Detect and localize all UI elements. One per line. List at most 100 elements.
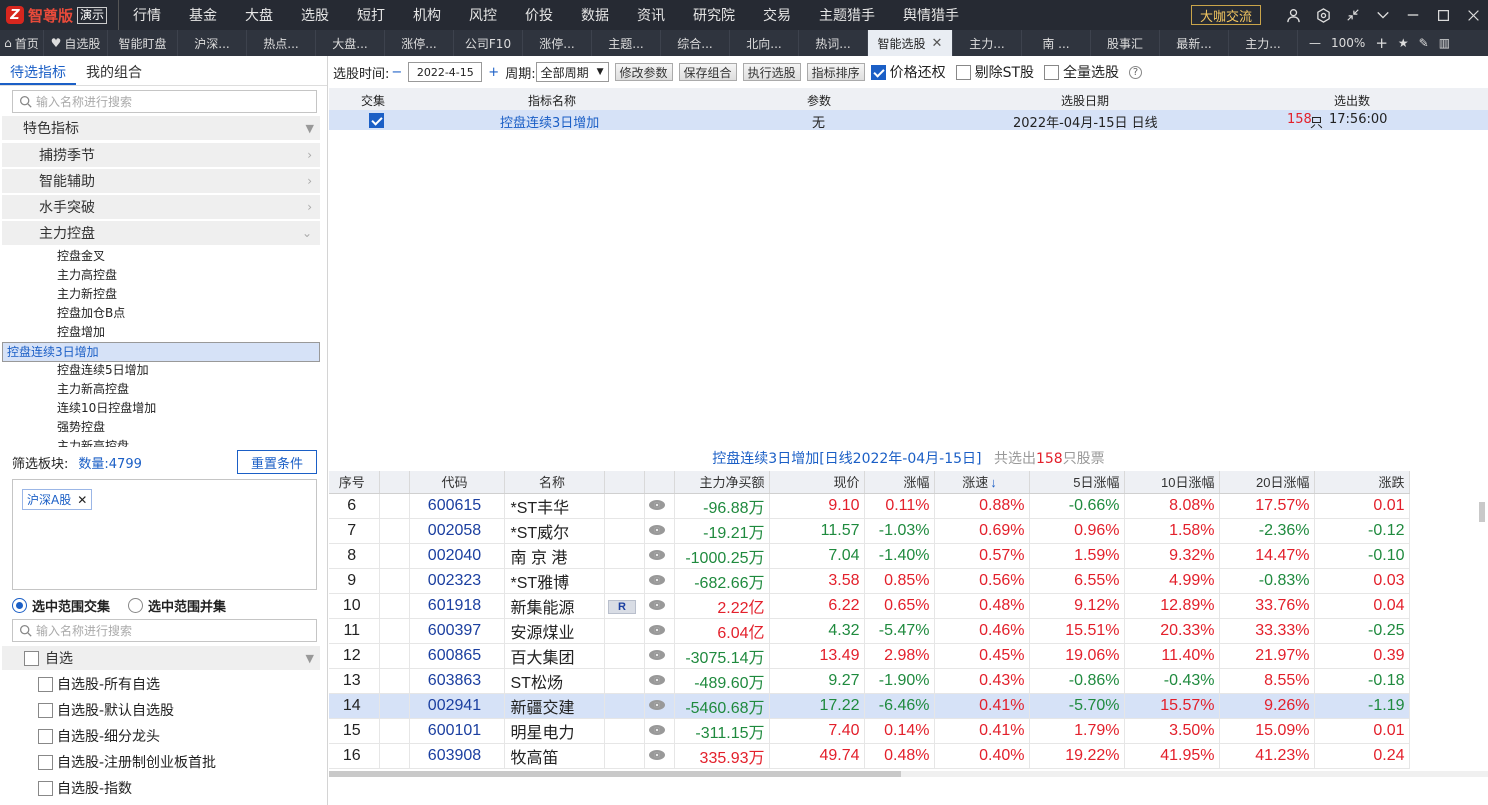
daka-exchange-button[interactable]: 大咖交流 (1191, 5, 1261, 25)
col-header-7[interactable]: 现价 (769, 471, 865, 494)
tab-13[interactable]: 智能选股 ✕ (868, 30, 953, 56)
checkbox[interactable] (38, 754, 53, 770)
settings-icon[interactable] (1308, 0, 1338, 30)
indicator-item[interactable]: 强势控盘 (2, 418, 320, 437)
table-row[interactable]: 9 002323 *ST雅博 -682.66万 3.58 0.85% 0.56% 6.55% 4… (329, 568, 1410, 594)
exclude-st-checkbox[interactable]: 剔除ST股 (955, 62, 1034, 82)
watchlist-item[interactable]: 自选股-指数 (38, 775, 132, 801)
menu-item-12[interactable]: 主题猎手 (805, 0, 889, 30)
watch-cell[interactable] (644, 743, 675, 769)
run-selection-button[interactable]: 执行选股 (742, 63, 801, 81)
eye-icon[interactable] (649, 625, 665, 636)
help-icon[interactable]: ? (1129, 65, 1143, 79)
eye-icon[interactable] (649, 550, 665, 561)
dropdown-icon[interactable] (1368, 0, 1398, 30)
full-selection-checkbox[interactable]: 全量选股 (1044, 62, 1119, 82)
menu-item-13[interactable]: 舆情猎手 (889, 0, 973, 30)
checkbox[interactable] (38, 780, 53, 796)
tab-10[interactable]: 综合... (661, 30, 730, 56)
watch-cell[interactable] (644, 568, 675, 594)
period-select[interactable]: 全部周期 ▼ (535, 62, 609, 82)
col-header-6[interactable]: 主力净买额 (674, 471, 770, 494)
eye-icon[interactable] (649, 650, 665, 661)
tab-9[interactable]: 主题... (592, 30, 661, 56)
tab-12[interactable]: 热词... (799, 30, 868, 56)
menu-item-10[interactable]: 研究院 (679, 0, 749, 30)
tab-17[interactable]: 最新... (1160, 30, 1229, 56)
eye-icon[interactable] (649, 725, 665, 736)
layout-icon[interactable]: ▥ (1439, 36, 1450, 50)
section-featured-indicators[interactable]: 特色指标 ▼ (2, 116, 320, 140)
tab-11[interactable]: 北向... (730, 30, 799, 56)
edit-icon[interactable]: ✎ (1419, 36, 1429, 50)
watchlist-item[interactable]: 自选股-默认自选股 (38, 697, 174, 723)
stock-code[interactable]: 601918 (409, 593, 505, 619)
scroll-thumb[interactable] (329, 771, 901, 777)
indicator-sort-button[interactable]: 指标排序 (806, 63, 865, 81)
vertical-scrollbar[interactable] (1479, 502, 1485, 522)
indicator-item[interactable]: 控盘加仓B点 (2, 304, 320, 323)
user-icon[interactable] (1278, 0, 1308, 30)
table-row[interactable]: 7 002058 *ST威尔 -19.21万 11.57 -1.03% 0.69% 0.96%… (329, 518, 1410, 544)
checkbox-checked[interactable] (870, 64, 886, 80)
stock-name[interactable]: 明星电力 (504, 718, 605, 744)
col-header-3[interactable]: 名称 (504, 471, 605, 494)
tab-5[interactable]: 大盘... (316, 30, 385, 56)
watchlist-item[interactable]: 自选股-细分龙头 (38, 723, 160, 749)
indicator-group-1[interactable]: 智能辅助 › (2, 169, 320, 193)
watch-cell[interactable] (644, 618, 675, 644)
menu-item-7[interactable]: 价投 (511, 0, 567, 30)
indicator-item-partial[interactable]: 主力新高控盘 (2, 437, 320, 447)
radio-union[interactable] (128, 597, 144, 613)
tab-2[interactable]: 智能盯盘 (108, 30, 178, 56)
col-header-13[interactable]: 涨跌 (1314, 471, 1410, 494)
sector-search-input[interactable]: 输入名称进行搜索 (12, 619, 317, 642)
save-combo-button[interactable]: 保存组合 (678, 63, 737, 81)
menu-item-9[interactable]: 资讯 (623, 0, 679, 30)
eye-icon[interactable] (649, 750, 665, 761)
stock-code[interactable]: 002058 (409, 518, 505, 544)
indicator-item[interactable]: 主力新控盘 (2, 285, 320, 304)
col-header-0[interactable]: 序号 (329, 471, 380, 494)
watchlist-item[interactable]: 自选股-注册制创业板首批 (38, 749, 216, 775)
table-row[interactable]: 16 603908 牧高笛 335.93万 49.74 0.48% 0.40% 19.22% 4… (329, 743, 1410, 769)
col-header-11[interactable]: 10日涨幅 (1124, 471, 1220, 494)
stock-name[interactable]: *ST雅博 (504, 568, 605, 594)
section-watchlist[interactable]: 自选 ▼ (2, 646, 320, 670)
stock-code[interactable]: 603863 (409, 668, 505, 694)
stock-name[interactable]: 安源煤业 (504, 618, 605, 644)
table-row[interactable]: 12 600865 百大集团 -3075.14万 13.49 2.98% 0.45% 19.0… (329, 643, 1410, 669)
tab-18[interactable]: 主力... (1229, 30, 1298, 56)
col-header-9[interactable]: 涨速 ↓ (934, 471, 1030, 494)
indicator-item[interactable]: 控盘连续5日增加 (2, 361, 320, 380)
col-header-5[interactable] (644, 471, 675, 494)
watch-cell[interactable] (644, 493, 675, 519)
watchlist-item[interactable]: 自选股-所有自选 (38, 671, 160, 697)
col-header-10[interactable]: 5日涨幅 (1029, 471, 1125, 494)
date-minus-button[interactable]: − (391, 65, 402, 80)
tab-0[interactable]: ⌂ 首页 (0, 30, 44, 56)
checkbox[interactable] (38, 728, 53, 744)
stock-code[interactable]: 002040 (409, 543, 505, 569)
indicator-row[interactable]: 控盘连续3日增加 无 2022年-04月-15日 日线 158 只 17:56:… (329, 110, 1488, 131)
table-row[interactable]: 11 600397 安源煤业 6.04亿 4.32 -5.47% 0.46% 15.51% 20… (329, 618, 1410, 644)
tab-my-combos[interactable]: 我的组合 (76, 56, 152, 85)
stock-name[interactable]: 牧高笛 (504, 743, 605, 769)
eye-icon[interactable] (649, 575, 665, 586)
tag-close-icon[interactable]: ✕ (77, 493, 87, 507)
modify-params-button[interactable]: 修改参数 (614, 63, 673, 81)
watch-cell[interactable] (644, 693, 675, 719)
shrink-icon[interactable] (1338, 0, 1368, 30)
stock-name[interactable]: 新疆交建 (504, 693, 605, 719)
maximize-icon[interactable] (1428, 0, 1458, 30)
menu-item-8[interactable]: 数据 (567, 0, 623, 30)
watch-cell[interactable] (644, 518, 675, 544)
menu-item-3[interactable]: 选股 (287, 0, 343, 30)
checkbox[interactable] (38, 676, 53, 692)
row-checkbox[interactable] (369, 113, 384, 128)
indicator-item[interactable]: 控盘金叉 (2, 247, 320, 266)
indicator-name[interactable]: 控盘连续3日增加 (500, 112, 599, 131)
table-row[interactable]: 14 002941 新疆交建 -5460.68万 17.22 -6.46% 0.41% -5.… (329, 693, 1410, 719)
horizontal-scrollbar[interactable] (329, 771, 1488, 777)
stock-code[interactable]: 600101 (409, 718, 505, 744)
